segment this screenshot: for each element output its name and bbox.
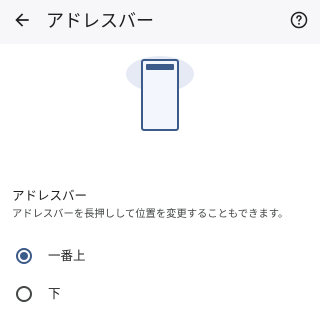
option-bottom-label: 下 [48, 286, 61, 301]
top-app-bar: アドレスバー [0, 0, 320, 44]
option-top-label: 一番上 [48, 248, 86, 263]
page-title: アドレスバー [46, 11, 154, 32]
setting-description: アドレスバーを長押しして位置を変更することもできます。 [12, 208, 289, 220]
address-bar-setting: アドレスバー アドレスバーを長押しして位置を変更することもできます。 [12, 188, 312, 221]
setting-title: アドレスバー [12, 188, 88, 203]
phone-top-address-bar-illustration [120, 50, 200, 140]
option-bottom[interactable]: 下 [0, 276, 320, 312]
back-button[interactable] [8, 8, 36, 36]
option-top[interactable]: 一番上 [0, 238, 320, 274]
radio-bottom[interactable] [16, 286, 32, 302]
help-button[interactable] [286, 9, 312, 35]
address-bar-settings-screen: アドレスバー アドレスバー アドレスバーを長押しして位置を変更することもできます… [0, 0, 320, 320]
help-circle-icon [289, 10, 309, 34]
radio-top-selected[interactable] [16, 248, 32, 264]
arrow-back-icon [12, 10, 32, 34]
